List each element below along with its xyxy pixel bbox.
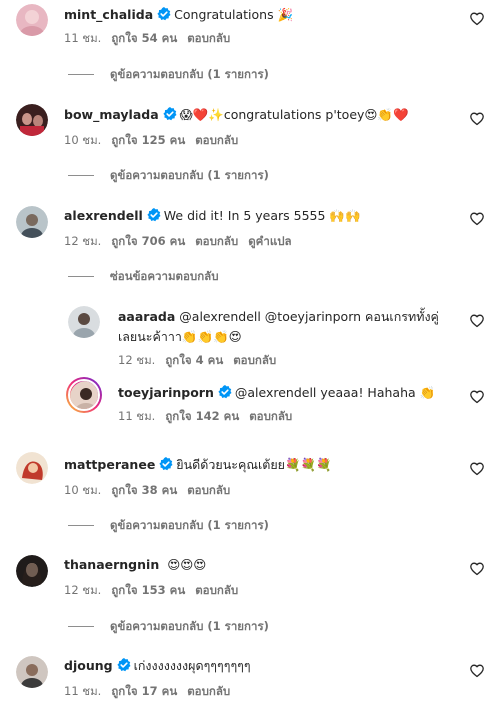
comment-text: 😱❤️✨congratulations p'toey😍👏❤️ xyxy=(179,107,409,122)
like-count[interactable]: ถูกใจ 125 คน xyxy=(111,133,185,147)
like-count[interactable]: ถูกใจ 142 คน xyxy=(165,409,239,423)
avatar[interactable] xyxy=(66,377,102,413)
hide-replies-label: ซ่อนข้อความตอบกลับ xyxy=(110,269,219,283)
avatar[interactable] xyxy=(16,104,48,136)
avatar-image xyxy=(16,4,48,36)
comment-time[interactable]: 10 ชม. xyxy=(64,133,101,147)
like-count[interactable]: ถูกใจ 4 คน xyxy=(165,353,223,367)
username[interactable]: djoung xyxy=(64,658,113,673)
comment-time[interactable]: 10 ชม. xyxy=(64,483,101,497)
view-replies-button[interactable]: ดูข้อความตอบกลับ (1 รายการ) xyxy=(68,517,269,533)
heart-outline-icon[interactable] xyxy=(470,390,484,404)
avatar-image xyxy=(16,452,48,484)
reply-button[interactable]: ตอบกลับ xyxy=(195,133,238,147)
comment-time[interactable]: 11 ชม. xyxy=(118,409,155,423)
heart-outline-icon[interactable] xyxy=(470,562,484,576)
heart-outline-icon[interactable] xyxy=(470,462,484,476)
verified-badge-icon xyxy=(162,107,177,121)
comment-text-line1: @alexrendell @toeyjarinporn คอนเกรททั้งค… xyxy=(179,309,439,324)
reply-button[interactable]: ตอบกลับ xyxy=(187,483,230,497)
heart-outline-icon[interactable] xyxy=(470,112,484,126)
divider xyxy=(68,626,94,627)
divider xyxy=(68,175,94,176)
like-count[interactable]: ถูกใจ 153 คน xyxy=(111,583,185,597)
avatar-image xyxy=(16,656,48,688)
view-replies-label: ดูข้อความตอบกลับ (1 รายการ) xyxy=(110,168,269,182)
divider xyxy=(68,525,94,526)
heart-outline-icon[interactable] xyxy=(470,12,484,26)
avatar-image xyxy=(16,104,48,136)
reply-button[interactable]: ตอบกลับ xyxy=(187,684,230,698)
avatar-image xyxy=(68,379,100,411)
view-replies-label: ดูข้อความตอบกลับ (1 รายการ) xyxy=(110,518,269,532)
comment-text-line2: เลยนะค้าาา👏👏👏😍 xyxy=(118,329,242,344)
view-replies-button[interactable]: ดูข้อความตอบกลับ (1 รายการ) xyxy=(68,618,269,634)
heart-outline-icon[interactable] xyxy=(470,212,484,226)
verified-badge-icon xyxy=(159,457,174,471)
comment-text: เก่งงงงงงงผุดๆๆๆๆๆๆๆ xyxy=(133,658,251,673)
avatar[interactable] xyxy=(16,4,48,36)
translate-button[interactable]: ดูคำแปล xyxy=(248,234,291,248)
verified-badge-icon xyxy=(217,385,232,399)
comment-text: 😍😍😍 xyxy=(167,557,207,572)
divider xyxy=(68,276,94,277)
username[interactable]: aaarada xyxy=(118,309,175,324)
view-replies-label: ดูข้อความตอบกลับ (1 รายการ) xyxy=(110,619,269,633)
username[interactable]: bow_maylada xyxy=(64,107,159,122)
username[interactable]: toeyjarinporn xyxy=(118,385,214,400)
username[interactable]: mattperanee xyxy=(64,457,155,472)
comment-text: ยินดีด้วยนะคุณเต้ยย💐💐💐 xyxy=(176,457,332,472)
like-count[interactable]: ถูกใจ 38 คน xyxy=(111,483,177,497)
reply-button[interactable]: ตอบกลับ xyxy=(195,234,238,248)
like-count[interactable]: ถูกใจ 54 คน xyxy=(111,31,177,45)
verified-badge-icon xyxy=(146,208,161,222)
avatar-image xyxy=(16,555,48,587)
view-replies-button[interactable]: ดูข้อความตอบกลับ (1 รายการ) xyxy=(68,167,269,183)
hide-replies-button[interactable]: ซ่อนข้อความตอบกลับ xyxy=(68,268,219,284)
verified-badge-icon xyxy=(116,658,131,672)
avatar[interactable] xyxy=(68,306,100,338)
comment-time[interactable]: 11 ชม. xyxy=(64,31,101,45)
heart-outline-icon[interactable] xyxy=(470,314,484,328)
username[interactable]: mint_chalida xyxy=(64,7,153,22)
avatar-image xyxy=(16,206,48,238)
comment-time[interactable]: 12 ชม. xyxy=(64,234,101,248)
reply-button[interactable]: ตอบกลับ xyxy=(195,583,238,597)
view-replies-button[interactable]: ดูข้อความตอบกลับ (1 รายการ) xyxy=(68,66,269,82)
comment-text: Congratulations 🎉 xyxy=(174,7,294,22)
avatar[interactable] xyxy=(16,555,48,587)
avatar[interactable] xyxy=(16,656,48,688)
reply-button[interactable]: ตอบกลับ xyxy=(187,31,230,45)
reply-button[interactable]: ตอบกลับ xyxy=(249,409,292,423)
username[interactable]: thanaerngnin xyxy=(64,557,159,572)
like-count[interactable]: ถูกใจ 17 คน xyxy=(111,684,177,698)
like-count[interactable]: ถูกใจ 706 คน xyxy=(111,234,185,248)
username[interactable]: alexrendell xyxy=(64,208,143,223)
avatar[interactable] xyxy=(16,206,48,238)
avatar-image xyxy=(68,306,100,338)
comment-time[interactable]: 11 ชม. xyxy=(64,684,101,698)
view-replies-label: ดูข้อความตอบกลับ (1 รายการ) xyxy=(110,67,269,81)
comment-time[interactable]: 12 ชม. xyxy=(118,353,155,367)
divider xyxy=(68,74,94,75)
avatar[interactable] xyxy=(16,452,48,484)
comment-text: We did it! In 5 years 5555 🙌🙌 xyxy=(163,208,361,223)
reply-button[interactable]: ตอบกลับ xyxy=(233,353,276,367)
comment-time[interactable]: 12 ชม. xyxy=(64,583,101,597)
comment-text: @alexrendell yeaaa! Hahaha 👏 xyxy=(234,385,436,400)
heart-outline-icon[interactable] xyxy=(470,664,484,678)
verified-badge-icon xyxy=(157,7,172,21)
